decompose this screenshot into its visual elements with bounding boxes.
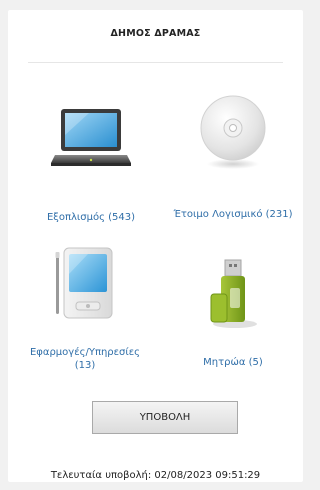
tablet-icon	[50, 246, 120, 322]
page-title: ΔΗΜΟΣ ΔΡΑΜΑΣ	[110, 28, 201, 39]
submit-button[interactable]: ΥΠΟΒΟΛΗ	[92, 401, 238, 434]
last-submission-text: Τελευταία υποβολή: 02/08/2023 09:51:29	[50, 470, 261, 481]
cd-icon	[197, 92, 269, 172]
tile-applications[interactable]: Εφαρμογές/Υπηρεσίες (13)	[20, 246, 150, 372]
tile-software[interactable]: Έτοιμο Λογισμικό (231)	[168, 92, 298, 221]
laptop-icon	[49, 105, 133, 171]
tile-equipment[interactable]: Εξοπλισμός (543)	[26, 105, 156, 224]
usb-drive-icon	[203, 258, 263, 330]
tile-equipment-label[interactable]: Εξοπλισμός (543)	[26, 211, 156, 224]
tile-registries-label[interactable]: Μητρώα (5)	[168, 356, 298, 369]
tile-applications-label[interactable]: Εφαρμογές/Υπηρεσίες (13)	[20, 346, 150, 372]
tile-software-label[interactable]: Έτοιμο Λογισμικό (231)	[168, 208, 298, 221]
tile-registries[interactable]: Μητρώα (5)	[168, 258, 298, 369]
dashboard-panel: ΔΗΜΟΣ ΔΡΑΜΑΣ Εξοπλισμός (543) Έτοιμο Λογ…	[8, 10, 303, 482]
divider	[28, 62, 283, 63]
